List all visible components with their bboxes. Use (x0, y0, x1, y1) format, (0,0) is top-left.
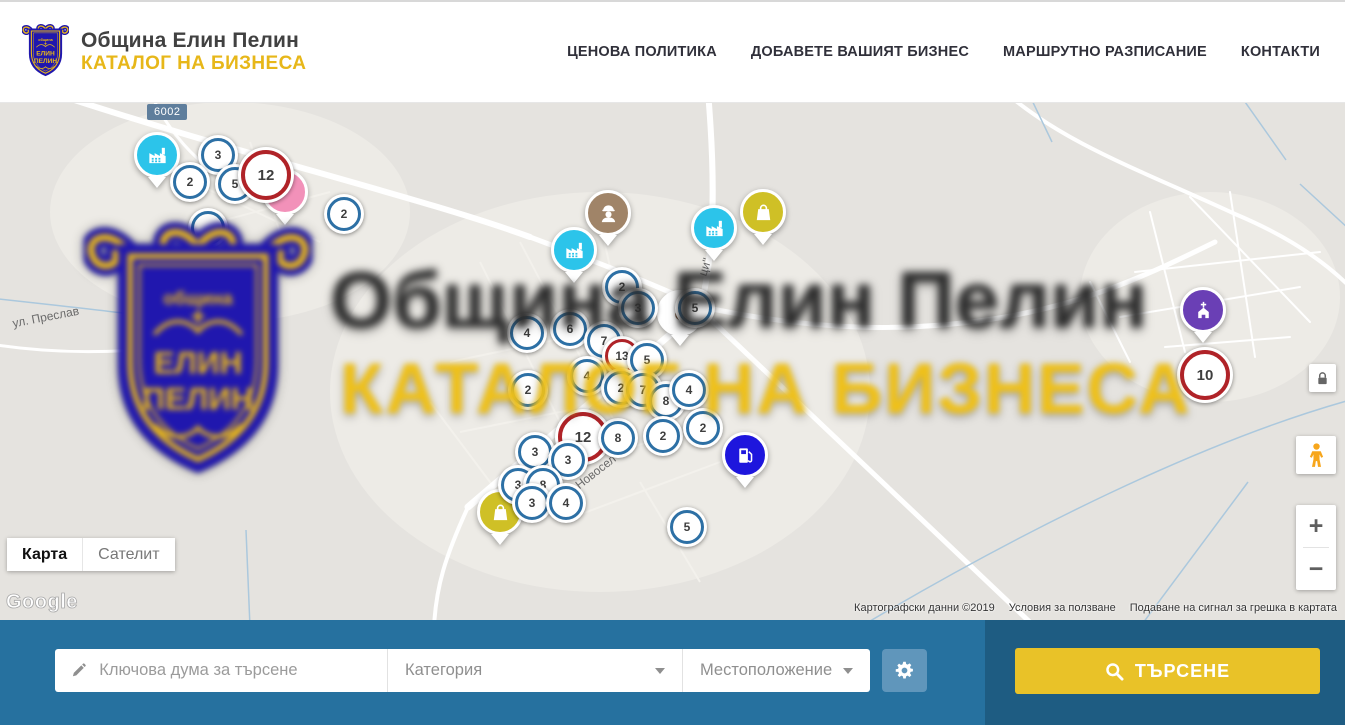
cluster-marker[interactable]: 5 (667, 507, 707, 547)
page: община ЕЛИН ПЕЛИН Община Елин Пелин КАТА… (0, 0, 1345, 725)
map-data-copyright: Картографски данни ©2019 (854, 602, 995, 614)
zoom-out-button[interactable]: − (1296, 548, 1336, 590)
google-logo[interactable]: Google (6, 591, 78, 614)
cluster-marker[interactable]: 3 (618, 288, 658, 328)
category-select-label: Категория (405, 661, 482, 680)
municipality-crest-icon: община ЕЛИН ПЕЛИН (22, 22, 69, 82)
gear-icon (894, 660, 915, 681)
window-top-border (0, 0, 1345, 2)
location-select-label: Местоположение (700, 661, 832, 680)
cluster-marker[interactable]: 4 (546, 483, 586, 523)
search-button[interactable]: ТЪРСЕНЕ (1015, 648, 1320, 694)
pegman-icon (1308, 442, 1325, 469)
nav-item-pricing[interactable]: ЦЕНОВА ПОЛИТИКА (567, 44, 717, 60)
svg-text:ЕЛИН: ЕЛИН (36, 50, 55, 57)
nav-item-contacts[interactable]: КОНТАКТИ (1241, 44, 1320, 60)
cluster-marker[interactable]: 2 (170, 162, 210, 202)
map-type-control: Карта Сателит (7, 538, 175, 571)
cluster-marker[interactable]: 2 (683, 408, 723, 448)
search-button-label: ТЪРСЕНЕ (1135, 661, 1230, 682)
keyword-search-input[interactable] (97, 660, 371, 681)
search-icon (1105, 662, 1124, 681)
map-attribution: Картографски данни ©2019 Условия за полз… (854, 602, 1337, 614)
keyword-field-wrap (55, 649, 387, 692)
category-select[interactable]: Категория (387, 649, 682, 692)
cluster-marker[interactable]: 10 (1177, 347, 1233, 403)
pencil-icon (71, 662, 86, 679)
lock-button[interactable] (1309, 364, 1336, 392)
factory-pin-marker[interactable] (691, 205, 737, 261)
nav-item-add-business[interactable]: ДОБАВЕТЕ ВАШИЯТ БИЗНЕС (751, 44, 969, 60)
cluster-marker[interactable]: 4 (507, 313, 547, 353)
cluster-marker[interactable]: 2 (508, 370, 548, 410)
site-tagline: КАТАЛОГ НА БИЗНЕСА (81, 53, 306, 75)
shopping-bag-pin-marker[interactable] (740, 189, 786, 245)
report-map-error-link[interactable]: Подаване на сигнал за грешка в картата (1130, 602, 1337, 614)
search-bar-right-panel: ТЪРСЕНЕ (985, 620, 1345, 725)
padlock-icon (1316, 371, 1329, 386)
svg-text:ПЕЛИН: ПЕЛИН (34, 58, 57, 65)
search-bar: ТЪРСЕНЕ Категория Местоположение (0, 620, 1345, 725)
map-markers-layer: 32512223564713542278412822333834510 (0, 102, 1345, 620)
cluster-marker[interactable]: 5 (675, 288, 715, 328)
search-input-group: Категория Местоположение (55, 649, 870, 692)
cluster-marker[interactable]: 2 (324, 194, 364, 234)
cluster-marker[interactable]: 8 (598, 418, 638, 458)
svg-text:община: община (38, 38, 53, 42)
site-name: Община Елин Пелин (81, 29, 306, 53)
factory-pin-marker[interactable] (551, 227, 597, 283)
google-map[interactable]: 6002 ул. Преслав бул. „Новосел ци" 32512… (0, 102, 1345, 620)
location-select[interactable]: Местоположение (682, 649, 870, 692)
map-type-satellite-button[interactable]: Сателит (82, 538, 174, 571)
street-view-pegman-button[interactable] (1296, 436, 1336, 474)
zoom-in-button[interactable]: + (1296, 505, 1336, 547)
fuel-pump-pin-marker[interactable] (722, 432, 768, 488)
header: община ЕЛИН ПЕЛИН Община Елин Пелин КАТА… (0, 2, 1345, 103)
nav-item-timetable[interactable]: МАРШРУТНО РАЗПИСАНИЕ (1003, 44, 1207, 60)
map-type-map-button[interactable]: Карта (7, 538, 82, 571)
advanced-search-button[interactable] (882, 649, 927, 692)
cluster-marker[interactable]: 4 (669, 370, 709, 410)
zoom-control: + − (1296, 505, 1336, 590)
chevron-down-icon (655, 668, 665, 679)
main-nav: ЦЕНОВА ПОЛИТИКА ДОБАВЕТЕ ВАШИЯТ БИЗНЕС М… (567, 44, 1320, 60)
cluster-marker[interactable]: 12 (238, 147, 294, 203)
cluster-marker[interactable] (188, 208, 228, 248)
chevron-down-icon (843, 668, 853, 679)
church-pin-marker[interactable] (1180, 287, 1226, 343)
terms-of-use-link[interactable]: Условия за ползване (1009, 602, 1116, 614)
cluster-marker[interactable]: 2 (643, 416, 683, 456)
site-logo[interactable]: община ЕЛИН ПЕЛИН Община Елин Пелин КАТА… (22, 22, 306, 82)
